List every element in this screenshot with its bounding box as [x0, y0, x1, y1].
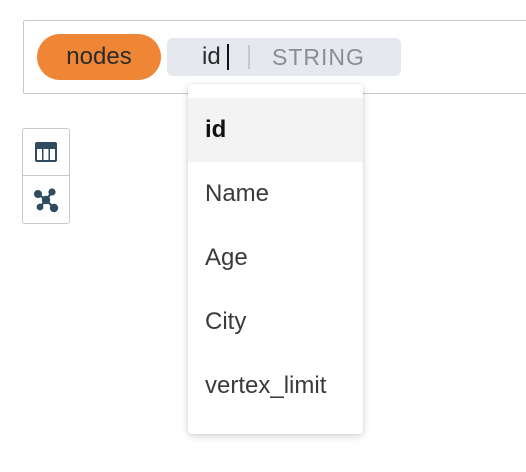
property-dropdown: id Name Age City vertex_limit: [188, 84, 363, 434]
dropdown-item-city[interactable]: City: [188, 290, 363, 354]
query-bar[interactable]: nodes id STRING: [23, 20, 526, 94]
view-toggle: [22, 128, 70, 224]
dropdown-item-name[interactable]: Name: [188, 162, 363, 226]
node-label-text: nodes: [66, 43, 132, 70]
graph-icon: [34, 187, 59, 212]
dropdown-item-vertex-limit[interactable]: vertex_limit: [188, 354, 363, 418]
graph-view-button[interactable]: [23, 176, 69, 223]
property-name-input[interactable]: id: [202, 38, 221, 76]
table-icon: [35, 142, 57, 162]
property-type-label: STRING: [272, 44, 365, 70]
dropdown-item-age[interactable]: Age: [188, 226, 363, 290]
page: nodes id STRING id Name Age City vertex_…: [0, 0, 526, 472]
property-chip[interactable]: id STRING: [167, 38, 401, 76]
dropdown-item-id[interactable]: id: [188, 98, 363, 162]
text-cursor: [227, 44, 229, 70]
table-view-button[interactable]: [23, 129, 69, 176]
chip-separator: [248, 45, 250, 69]
node-label-pill[interactable]: nodes: [37, 34, 161, 80]
